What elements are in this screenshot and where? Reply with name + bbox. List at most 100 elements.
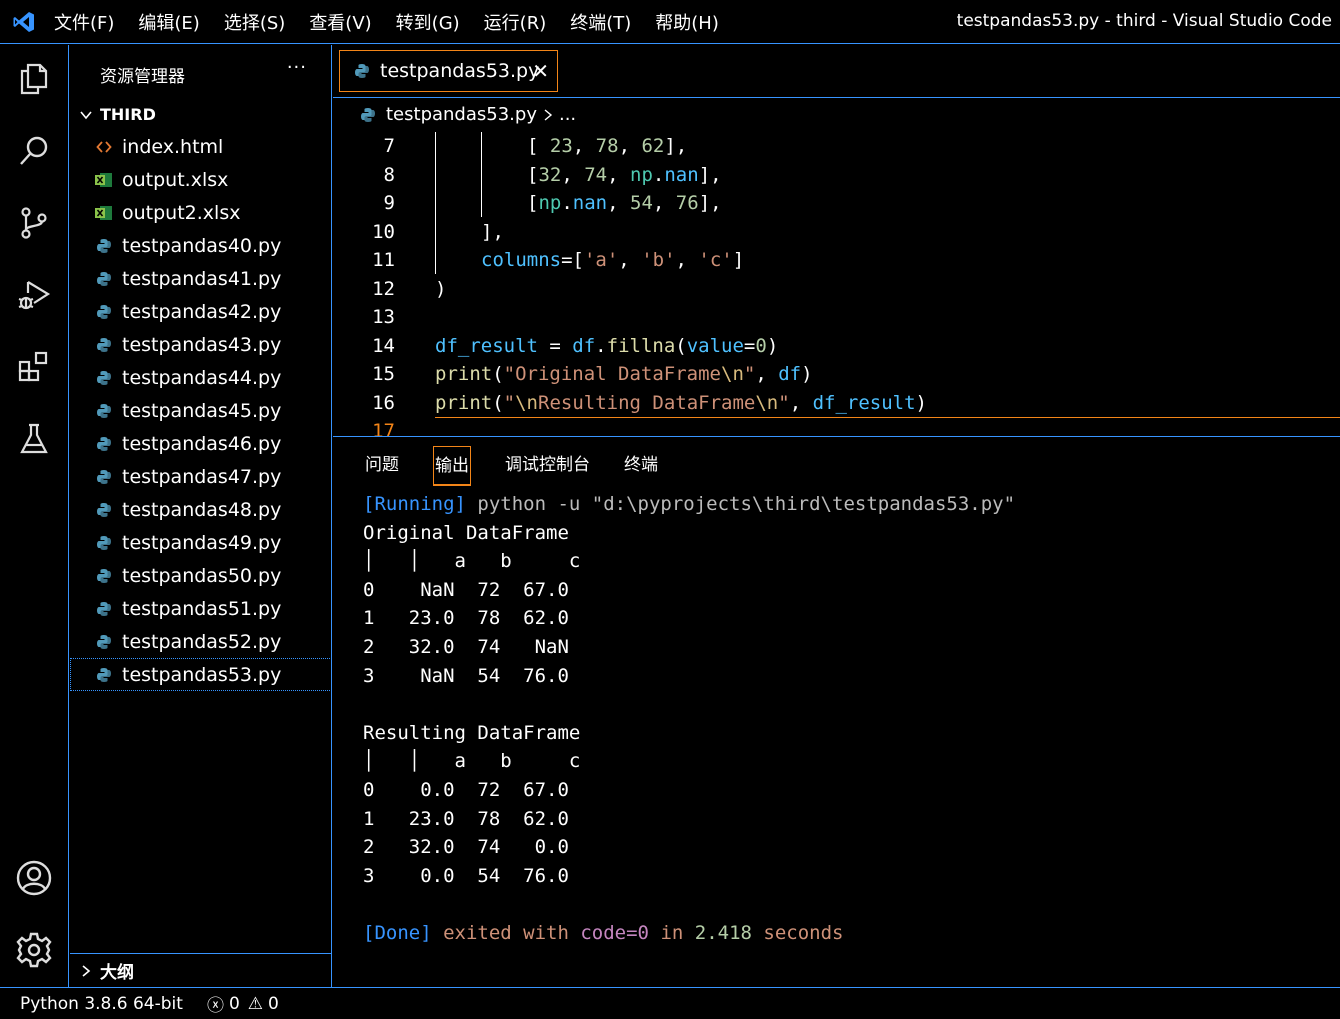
- code-line: 15 print("Original DataFrame\n", df): [333, 360, 1340, 388]
- outline-section-header[interactable]: 大纲: [70, 953, 332, 987]
- file-item[interactable]: output2.xlsx: [70, 196, 332, 229]
- code-token: ],: [698, 163, 722, 186]
- error-icon: ⓧ: [206, 996, 224, 1016]
- file-item[interactable]: testpandas46.py: [70, 427, 332, 460]
- file-name: testpandas47.py: [122, 465, 282, 488]
- python-icon: [94, 601, 114, 617]
- code-token: ,: [607, 192, 631, 214]
- code-token: 54: [630, 192, 653, 214]
- menu-item-3[interactable]: 查看(V): [309, 9, 371, 35]
- file-item[interactable]: testpandas52.py: [70, 625, 332, 658]
- code-token: value: [686, 334, 744, 357]
- python-icon: [94, 667, 114, 683]
- code-token: "Original DataFrame: [503, 363, 721, 385]
- python-icon: [94, 271, 114, 287]
- python-icon: [94, 568, 114, 584]
- file-item[interactable]: testpandas42.py: [70, 295, 332, 328]
- window-title: testpandas53.py - third - Visual Studio …: [956, 11, 1332, 31]
- warning-count: 0: [268, 993, 279, 1014]
- code-token: =: [743, 334, 756, 357]
- code-token: [: [527, 163, 539, 186]
- line-number: 9: [383, 192, 395, 214]
- more-actions-button[interactable]: ···: [287, 57, 307, 78]
- line-number: 10: [372, 220, 395, 243]
- code-token: ,: [618, 135, 642, 157]
- file-item[interactable]: index.html: [70, 130, 332, 163]
- file-item[interactable]: testpandas40.py: [70, 229, 332, 262]
- menu-item-6[interactable]: 终端(T): [570, 9, 631, 35]
- code-token: ]: [732, 249, 745, 271]
- line-number: 17: [372, 420, 395, 437]
- menu-bar: 文件(F) 编辑(E) 选择(S) 查看(V) 转到(G) 运行(R) 终端(T) 帮助(H): [54, 9, 743, 35]
- source-control-icon[interactable]: [14, 203, 54, 243]
- file-item[interactable]: testpandas48.py: [70, 493, 332, 526]
- code-token: 74: [584, 163, 608, 186]
- python-icon: [94, 535, 114, 551]
- menu-item-5[interactable]: 运行(R): [484, 9, 547, 35]
- menu-item-2[interactable]: 选择(S): [224, 9, 285, 35]
- run-debug-icon[interactable]: [14, 275, 54, 315]
- folder-header-third[interactable]: THIRD: [78, 105, 156, 124]
- code-editor[interactable]: 7[ 23, 78, 62], 8 [32, 74, np.nan], 9 [np.na…: [333, 132, 1340, 437]
- search-icon[interactable]: [14, 131, 54, 171]
- code-token: df: [778, 363, 802, 385]
- file-item[interactable]: testpandas41.py: [70, 262, 332, 295]
- menu-item-1[interactable]: 编辑(E): [138, 9, 199, 35]
- file-item[interactable]: testpandas47.py: [70, 460, 332, 493]
- file-tree: index.html output.xlsx output2.xlsx testpan…: [70, 130, 332, 691]
- menu-item-4[interactable]: 转到(G): [396, 9, 460, 35]
- testing-icon[interactable]: [14, 419, 54, 459]
- account-icon[interactable]: [14, 858, 54, 898]
- code-token: df_result: [812, 391, 916, 414]
- code-token: ": [743, 363, 756, 385]
- code-token: Resulting DataFrame: [538, 391, 756, 414]
- settings-gear-icon[interactable]: [14, 930, 54, 970]
- file-name: testpandas41.py: [122, 267, 282, 290]
- code-text: [np.nan, 54, 76],: [527, 189, 722, 217]
- file-item[interactable]: testpandas49.py: [70, 526, 332, 559]
- file-item[interactable]: testpandas53.py: [70, 658, 332, 691]
- folder-name: THIRD: [100, 105, 156, 124]
- extensions-icon[interactable]: [14, 347, 54, 387]
- panel-tab-0[interactable]: 问题: [365, 446, 399, 486]
- chevron-down-icon: [80, 110, 92, 119]
- code-token: [: [527, 135, 550, 157]
- file-item[interactable]: testpandas45.py: [70, 394, 332, 427]
- close-tab-icon[interactable]: ✕: [532, 59, 549, 83]
- tab-testpandas53[interactable]: testpandas53.py ✕: [339, 50, 558, 92]
- menu-item-7[interactable]: 帮助(H): [655, 9, 719, 35]
- file-name: testpandas48.py: [122, 498, 282, 521]
- done-time: 2.418: [694, 921, 752, 944]
- panel-tab-3[interactable]: 终端: [624, 446, 658, 486]
- menu-item-0[interactable]: 文件(F): [54, 9, 114, 35]
- done-in: in: [649, 921, 695, 944]
- panel-tab-1[interactable]: 输出: [433, 446, 471, 486]
- code-token: print: [435, 363, 493, 385]
- file-name: testpandas40.py: [122, 234, 282, 257]
- panel-tab-2[interactable]: 调试控制台: [505, 446, 590, 486]
- code-line: 17: [333, 417, 1340, 437]
- code-text: ): [435, 275, 446, 303]
- file-item[interactable]: testpandas43.py: [70, 328, 332, 361]
- file-item[interactable]: output.xlsx: [70, 163, 332, 196]
- breadcrumb-symbol[interactable]: ...: [559, 104, 576, 125]
- code-token: fillna: [606, 334, 676, 357]
- file-item[interactable]: testpandas51.py: [70, 592, 332, 625]
- code-token: ],: [664, 135, 688, 157]
- problems-indicator[interactable]: ⓧ 0 ⚠ 0: [206, 991, 279, 1017]
- code-line: 9 [np.nan, 54, 76],: [333, 189, 1340, 217]
- file-name: index.html: [122, 135, 224, 158]
- code-token: 'b': [641, 249, 676, 271]
- python-interpreter[interactable]: Python 3.8.6 64-bit: [20, 994, 183, 1014]
- file-item[interactable]: testpandas50.py: [70, 559, 332, 592]
- code-token: nan: [572, 192, 608, 214]
- output-console[interactable]: [Running] python -u "d:\pyprojects\third…: [363, 490, 1015, 948]
- file-item[interactable]: testpandas44.py: [70, 361, 332, 394]
- breadcrumb-file[interactable]: testpandas53.py: [386, 104, 537, 125]
- breadcrumb: testpandas53.py ...: [360, 104, 576, 125]
- line-number: 15: [372, 363, 395, 385]
- running-tag: [Running]: [363, 493, 466, 515]
- explorer-icon[interactable]: [14, 59, 54, 99]
- code-token: 62: [641, 135, 665, 157]
- python-icon: [94, 634, 114, 650]
